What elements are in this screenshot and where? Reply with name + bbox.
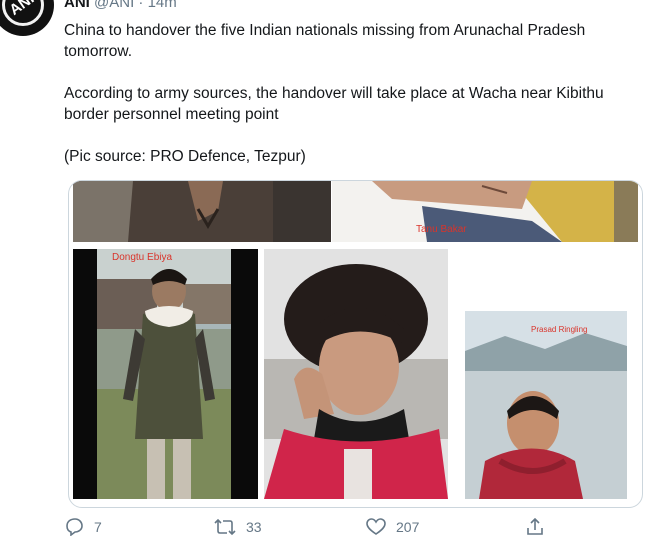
like-button[interactable]: 207 <box>366 518 419 536</box>
author-handle[interactable]: @ANI <box>94 0 134 11</box>
separator-dot: · <box>138 0 144 11</box>
reply-icon <box>64 518 84 536</box>
photo-man-top[interactable] <box>73 181 331 242</box>
photo-dongtu-ebiya[interactable]: Dongtu Ebiya <box>73 249 258 499</box>
like-icon <box>366 518 386 536</box>
tweet-header: ANI @ANI · 14m <box>64 0 177 12</box>
avatar[interactable]: ANI <box>0 0 54 36</box>
tweet-paragraph-2: According to army sources, the handover … <box>64 85 604 123</box>
photo-prasad-ringling[interactable]: Prasad Ringling <box>465 311 627 499</box>
reply-count: 7 <box>94 519 102 535</box>
retweet-icon <box>214 518 236 536</box>
photo-tanu-bakar[interactable]: Tanu Bakar <box>332 181 638 242</box>
share-button[interactable] <box>526 518 544 536</box>
media-grid[interactable]: Tanu Bakar Dongtu Ebiya Prasad Ringling <box>68 180 643 508</box>
photo-label-dongtu: Dongtu Ebiya <box>112 252 173 263</box>
photo-label-prasad: Prasad Ringling <box>531 325 588 334</box>
reply-button[interactable]: 7 <box>64 518 102 536</box>
retweet-count: 33 <box>246 519 262 535</box>
tweet-paragraph-3: (Pic source: PRO Defence, Tezpur) <box>64 148 306 165</box>
photo-man-red-jacket[interactable] <box>264 249 448 499</box>
tweet-timestamp[interactable]: 14m <box>148 0 177 11</box>
share-icon <box>526 518 544 536</box>
tweet-text: China to handover the five Indian nation… <box>64 20 644 188</box>
retweet-button[interactable]: 33 <box>214 518 262 536</box>
like-count: 207 <box>396 519 420 535</box>
tweet-paragraph-1: China to handover the five Indian nation… <box>64 22 586 60</box>
photo-label-tanu: Tanu Bakar <box>416 224 467 235</box>
author-name[interactable]: ANI <box>64 0 90 11</box>
tweet-actions: 7 33 207 <box>64 518 624 540</box>
